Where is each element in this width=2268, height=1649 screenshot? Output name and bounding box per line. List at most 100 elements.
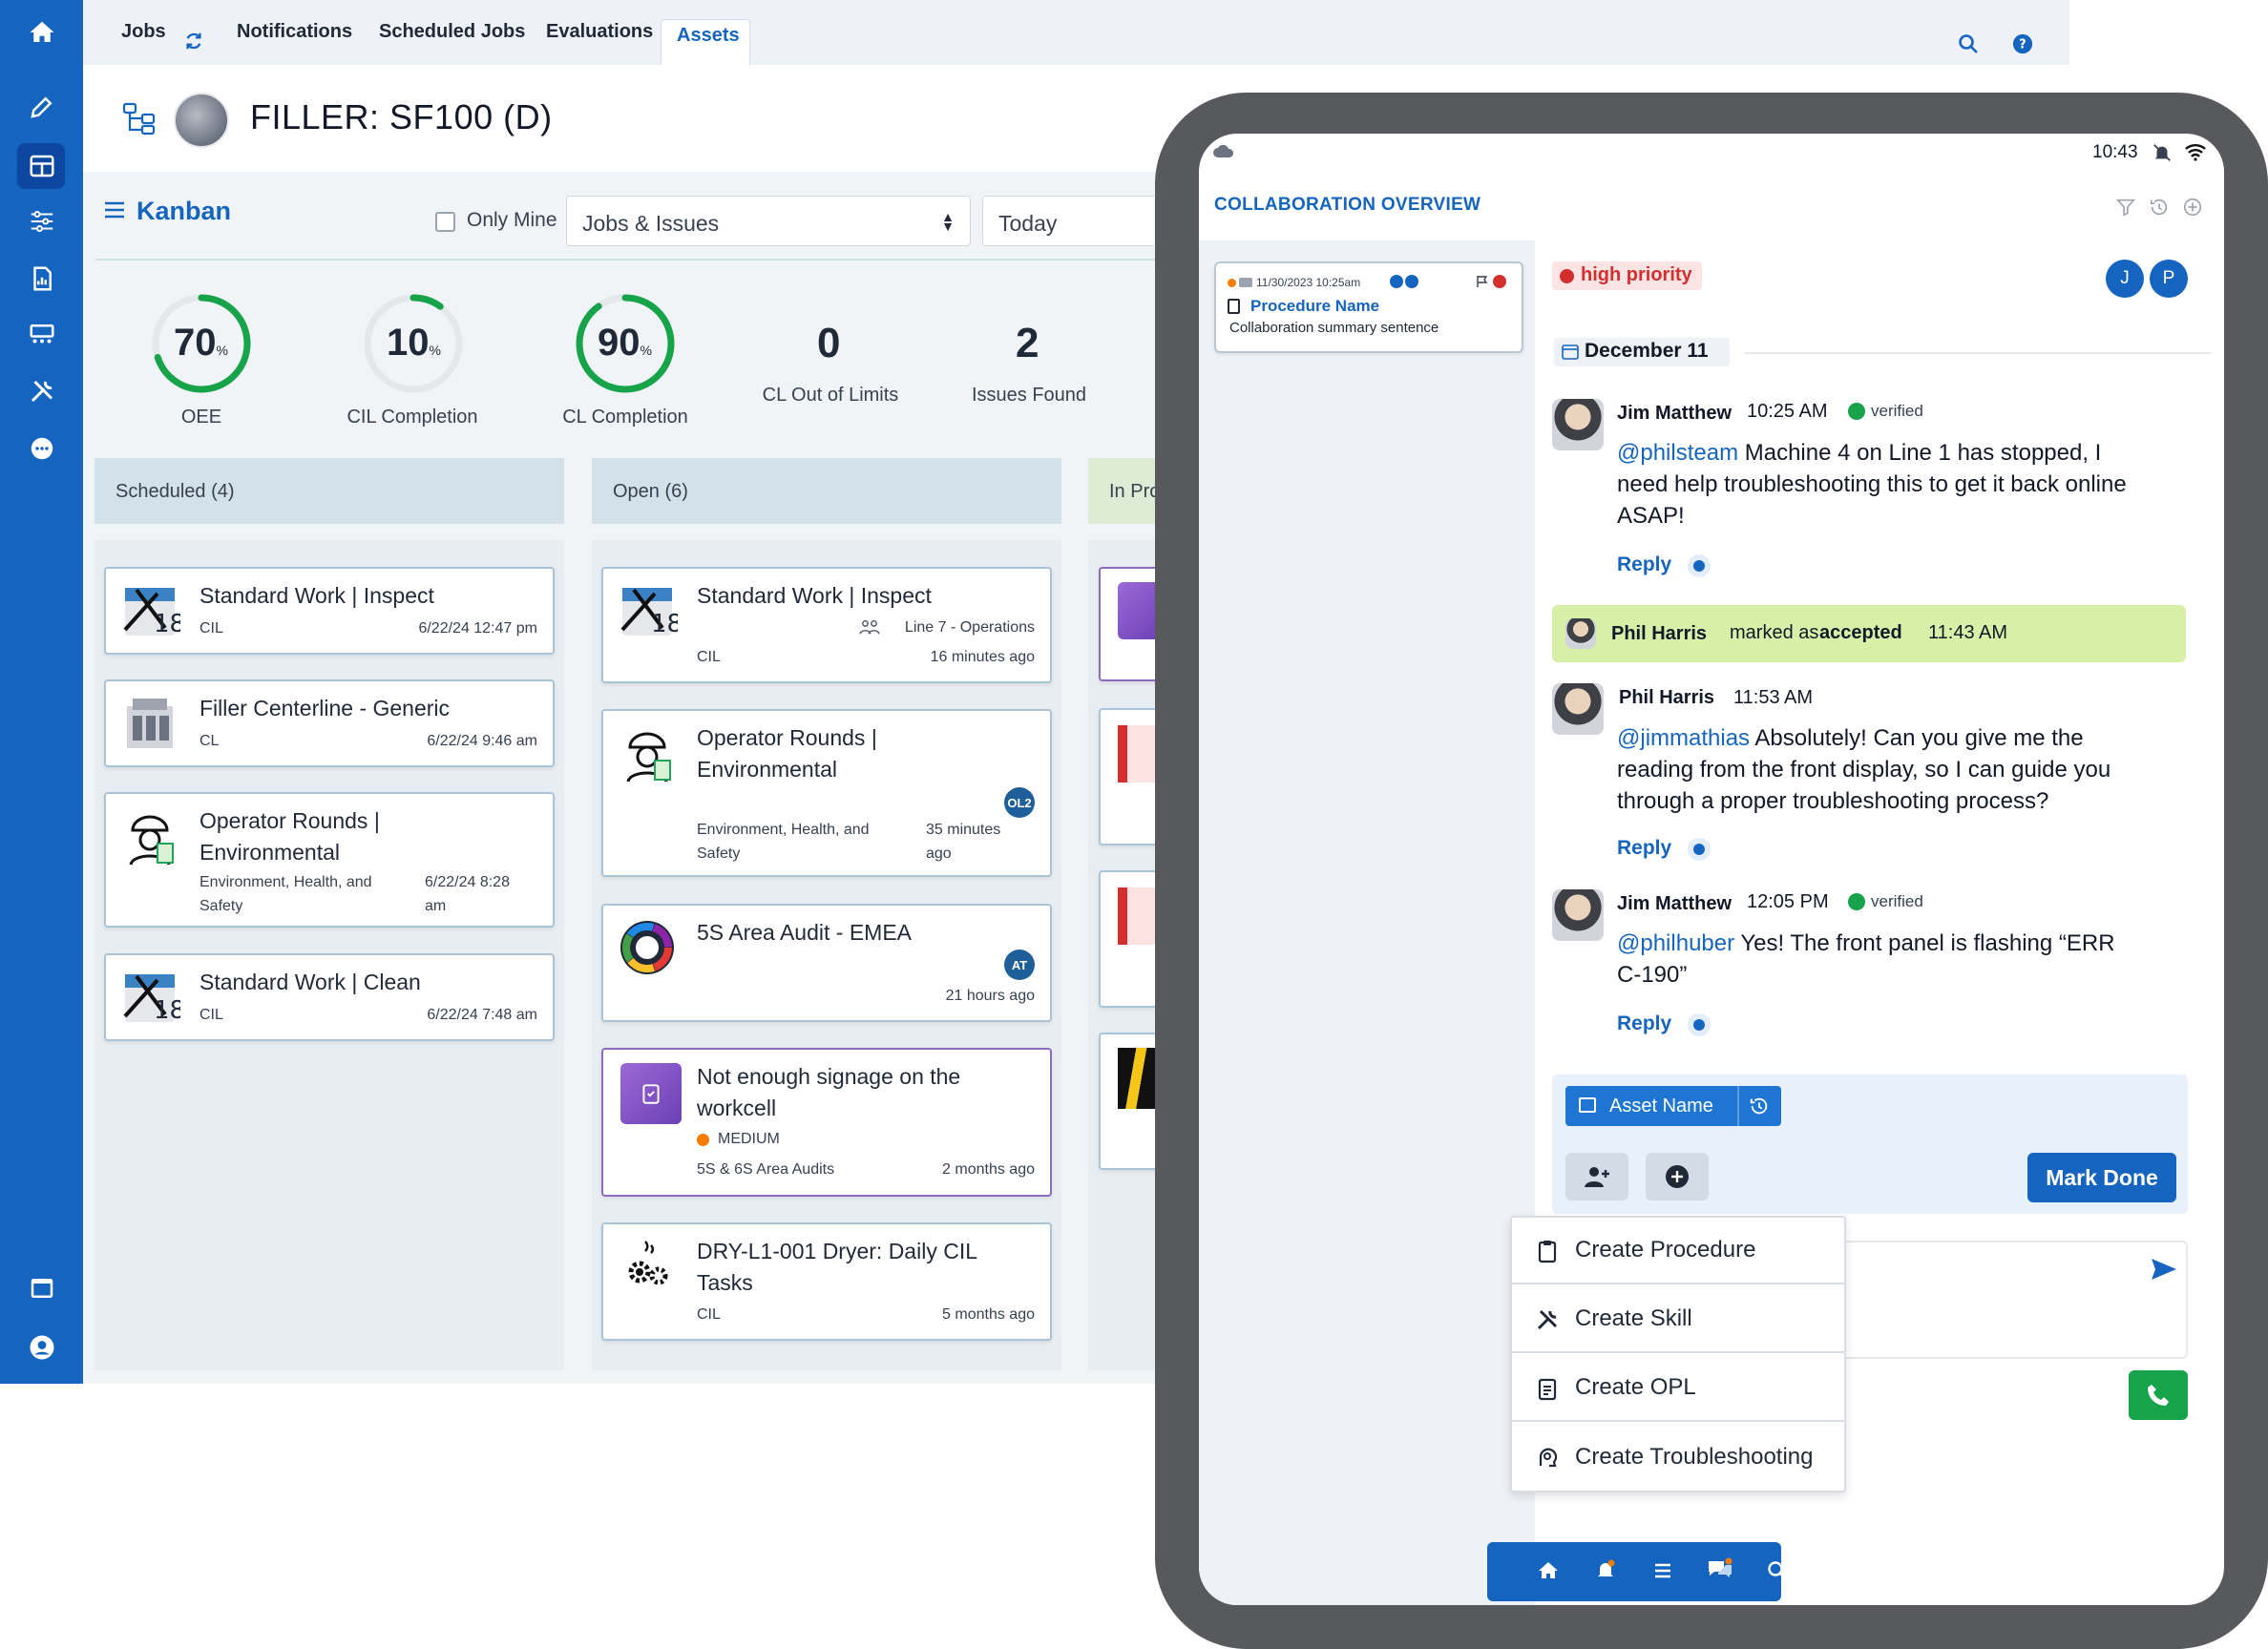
add-circle-icon[interactable]	[2182, 197, 2203, 218]
search-icon[interactable]	[1766, 1559, 1789, 1582]
troubleshoot-head-icon	[1539, 1448, 1558, 1468]
filter-icon[interactable]	[2115, 197, 2136, 218]
message-author: Phil Harris	[1619, 687, 1715, 708]
job-card-title: Operator Rounds |	[200, 808, 380, 833]
refresh-icon[interactable]	[183, 31, 204, 52]
muted-bell-icon	[2152, 142, 2173, 163]
tab-scheduled-jobs[interactable]: Scheduled Jobs	[379, 21, 525, 43]
only-mine-label: Only Mine	[467, 209, 557, 231]
medium-priority-dot	[697, 1134, 709, 1146]
job-card-title-line2: Environmental	[200, 840, 341, 865]
chat-icon[interactable]	[1707, 1557, 1733, 1582]
message-text-line2: C-190”	[1617, 962, 1688, 988]
create-skill-item[interactable]: Create Skill	[1512, 1286, 1844, 1353]
job-card[interactable]: 5S Area Audit - EMEA AT 21 hours ago	[601, 904, 1052, 1022]
job-card[interactable]: 18 Standard Work | Clean CIL 6/22/24 7:4…	[104, 953, 555, 1041]
job-card-title: Operator Rounds |	[697, 725, 877, 750]
procedure-clipboard-icon	[1228, 299, 1240, 314]
emoji-reaction-icon[interactable]	[1688, 554, 1711, 577]
tools-icon[interactable]	[0, 365, 83, 418]
job-card[interactable]: Filler Centerline - Generic CL 6/22/24 9…	[104, 679, 555, 767]
job-card[interactable]: DRY-L1-001 Dryer: Daily CIL Tasks CIL 5 …	[601, 1222, 1052, 1341]
create-procedure-item[interactable]: Create Procedure	[1512, 1218, 1844, 1284]
operator-hardhat-icon	[626, 732, 671, 783]
home-icon[interactable]	[0, 6, 83, 59]
dashboard-grid-icon[interactable]	[0, 139, 83, 193]
job-card-title: 5S Area Audit - EMEA	[697, 920, 913, 945]
mark-done-button[interactable]: Mark Done	[2027, 1153, 2176, 1202]
reply-button[interactable]: Reply	[1617, 1012, 1671, 1035]
job-card-title: Filler Centerline - Generic	[200, 696, 451, 720]
history-icon[interactable]	[2149, 197, 2170, 218]
call-button[interactable]	[2129, 1370, 2188, 1420]
date-range-value: Today	[998, 211, 1058, 236]
emoji-reaction-icon[interactable]	[1688, 1013, 1711, 1036]
user-profile-icon[interactable]	[0, 1321, 83, 1374]
production-line-icon[interactable]	[0, 307, 83, 361]
issue-card[interactable]: Not enough signage on the workcell MEDIU…	[601, 1048, 1052, 1197]
report-icon[interactable]	[0, 252, 83, 305]
create-troubleshooting-item[interactable]: Create Troubleshooting	[1512, 1424, 1844, 1491]
team-icon	[859, 618, 880, 636]
job-card-type: Environment, Health, and	[697, 822, 870, 838]
job-card-type-line2: Safety	[200, 898, 243, 914]
asset-chip-label: Asset Name	[1609, 1096, 1713, 1117]
issues-found-value: 2	[1016, 320, 1040, 366]
job-type-select[interactable]: Jobs & Issues ▲ ▼	[566, 196, 971, 246]
job-card[interactable]: 18 Standard Work | Inspect CIL 6/22/24 1…	[104, 567, 555, 655]
message-text-line3: ASAP!	[1617, 503, 1685, 529]
gears-icon	[628, 1241, 668, 1285]
notifications-bell-icon[interactable]	[1594, 1558, 1617, 1581]
sliders-icon[interactable]	[0, 195, 83, 248]
reply-button[interactable]: Reply	[1617, 837, 1671, 860]
participant-avatar[interactable]: J	[2106, 260, 2144, 298]
verified-label: verified	[1871, 892, 1923, 910]
tab-evaluations[interactable]: Evaluations	[546, 21, 653, 43]
emoji-reaction-icon[interactable]	[1688, 838, 1711, 861]
chat-icon	[1239, 278, 1252, 287]
job-card[interactable]: 18 Standard Work | Inspect Line 7 - Oper…	[601, 567, 1052, 683]
add-person-button[interactable]	[1565, 1153, 1628, 1200]
create-menu: Create Procedure Create Skill Create OPL…	[1510, 1216, 1846, 1492]
operator-hardhat-icon	[129, 815, 174, 866]
job-card[interactable]: Operator Rounds | Environmental Environm…	[104, 792, 555, 928]
create-opl-item[interactable]: Create OPL	[1512, 1355, 1844, 1422]
date-divider-line	[1745, 352, 2211, 354]
window-icon[interactable]	[0, 1262, 83, 1315]
tab-jobs[interactable]: Jobs	[121, 21, 166, 43]
asset-chip[interactable]: Asset Name	[1565, 1086, 1781, 1126]
tools-icon	[1537, 1309, 1558, 1330]
issue-clipboard-icon	[620, 1063, 682, 1124]
message-author: Jim Matthew	[1617, 403, 1732, 424]
status-dot	[1228, 279, 1236, 287]
hierarchy-icon[interactable]	[122, 101, 157, 136]
more-icon[interactable]	[0, 422, 83, 475]
date-range-select[interactable]: Today	[982, 196, 1154, 246]
job-card[interactable]: Operator Rounds | Environmental OL2 Envi…	[601, 709, 1052, 877]
job-card-type: CL	[200, 733, 220, 749]
issue-card-type: 5S & 6S Area Audits	[697, 1161, 835, 1178]
participant-avatar[interactable]: P	[2150, 260, 2188, 298]
search-icon[interactable]	[1957, 32, 1980, 55]
history-icon[interactable]	[1749, 1096, 1770, 1117]
issues-found-label: Issues Found	[971, 385, 1087, 406]
list-icon[interactable]	[1651, 1559, 1674, 1582]
status-event-author: Phil Harris	[1611, 623, 1708, 644]
user-avatar	[1565, 618, 1596, 649]
collaboration-summary-card[interactable]: 11/30/2023 10:25am Procedure Name Collab…	[1214, 261, 1523, 353]
create-menu-button[interactable]	[1646, 1153, 1709, 1200]
edit-icon[interactable]	[0, 80, 83, 134]
standard-work-calendar-icon: 18	[123, 588, 180, 638]
menu-icon[interactable]	[103, 198, 126, 221]
reply-button[interactable]: Reply	[1617, 553, 1671, 576]
issue-card-time: 2 months ago	[942, 1161, 1035, 1178]
only-mine-checkbox[interactable]	[435, 212, 455, 232]
send-icon[interactable]	[2150, 1256, 2178, 1283]
home-icon[interactable]	[1537, 1559, 1560, 1582]
help-icon[interactable]: ?	[2012, 33, 2033, 54]
tab-assets[interactable]: Assets	[677, 25, 740, 47]
wifi-icon	[2184, 142, 2207, 161]
tab-notifications[interactable]: Notifications	[237, 21, 352, 43]
cl-completion-value: 90%	[598, 322, 652, 364]
column-open-header: Open (6)	[592, 458, 1061, 524]
